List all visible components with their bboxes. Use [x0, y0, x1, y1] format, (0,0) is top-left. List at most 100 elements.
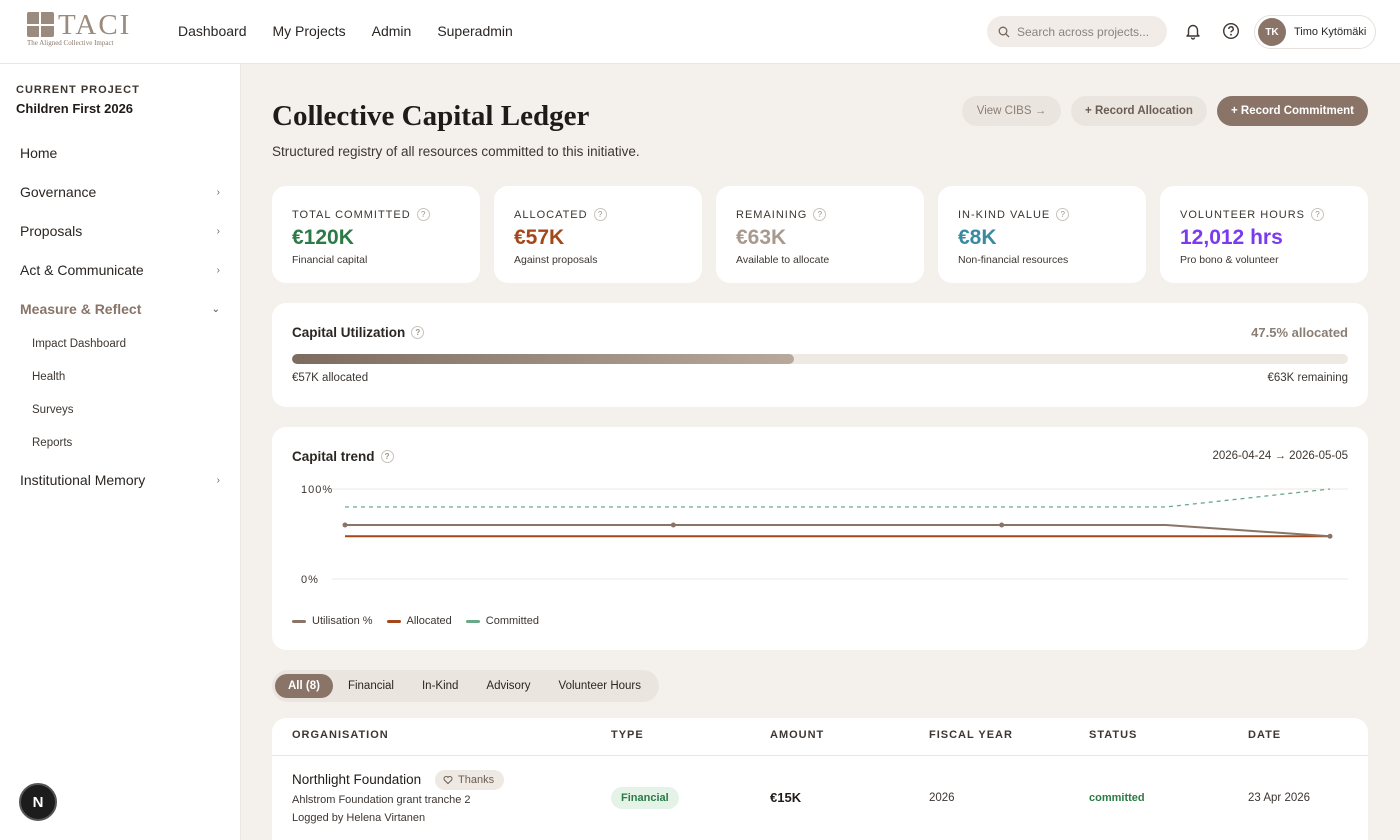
kpi-value: 12,012 hrs	[1180, 226, 1283, 249]
avatar: TK	[1258, 18, 1286, 46]
utilization-percent: 47.5% allocated	[1251, 325, 1348, 340]
column-header-organisation[interactable]: ORGANISATION	[292, 729, 389, 741]
legend-swatch	[465, 619, 480, 623]
data-point	[342, 522, 348, 528]
kpi-note: Financial capital	[292, 254, 368, 266]
legend-swatch	[292, 619, 306, 623]
chevron-right-icon: ›	[216, 264, 220, 276]
view-cibs-button[interactable]: View CIBS →	[962, 96, 1061, 126]
kpi-note: Pro bono & volunteer	[1180, 254, 1279, 266]
thanks-button[interactable]: Thanks	[435, 770, 505, 790]
sidebar-item-home[interactable]: Home	[20, 145, 220, 161]
current-project-name[interactable]: Children First 2026	[16, 101, 133, 116]
top-nav: Dashboard My Projects Admin Superadmin	[178, 23, 539, 39]
page-title: Collective Capital Ledger	[272, 100, 590, 132]
legend-swatch	[386, 619, 401, 623]
page-subtitle: Structured registry of all resources com…	[272, 144, 640, 159]
chevron-down-icon: ⌄	[211, 303, 220, 315]
utilization-title: Capital Utilization	[292, 325, 406, 340]
sidebar-item-label: Measure & Reflect	[20, 301, 142, 317]
sidebar-item-proposals[interactable]: Proposals ›	[20, 223, 220, 239]
kpi-card-remaining: REMAINING? €63K Available to allocate	[716, 186, 924, 283]
sidebar-subitem-impact-dashboard[interactable]: Impact Dashboard	[32, 338, 126, 350]
sidebar-item-label: Home	[20, 145, 58, 161]
nav-my-projects[interactable]: My Projects	[273, 23, 346, 39]
user-menu[interactable]: TK Timo Kytömäki	[1254, 15, 1376, 49]
status-badge: committed	[1089, 792, 1145, 804]
nav-admin[interactable]: Admin	[372, 23, 412, 39]
kpi-label: IN-KIND VALUE	[958, 208, 1051, 221]
nav-superadmin[interactable]: Superadmin	[437, 23, 513, 39]
trend-date-range[interactable]: 2026-04-24 → 2026-05-05	[1212, 450, 1348, 462]
sidebar: CURRENT PROJECT Children First 2026 Home…	[0, 64, 241, 840]
help-icon[interactable]: ?	[593, 208, 607, 221]
y-tick-label: 100%	[301, 484, 333, 496]
help-icon[interactable]: ?	[813, 208, 827, 221]
sidebar-item-label: Governance	[20, 184, 97, 200]
bell-icon[interactable]	[1184, 22, 1202, 40]
sidebar-item-act-communicate[interactable]: Act & Communicate ›	[20, 262, 220, 278]
legend-item[interactable]: Committed	[465, 615, 539, 627]
tab-advisory[interactable]: Advisory	[473, 674, 543, 698]
sidebar-subitem-reports[interactable]: Reports	[32, 437, 72, 449]
help-icon[interactable]: ?	[380, 450, 394, 463]
taci-logo[interactable]: TACI The Aligned Collective Impact	[27, 9, 137, 49]
fiscal-year-value: 2026	[929, 792, 955, 804]
record-commitment-button[interactable]: + Record Commitment	[1217, 96, 1368, 126]
kpi-label: ALLOCATED	[514, 208, 588, 221]
tab-in-kind[interactable]: In-Kind	[409, 674, 471, 698]
sidebar-item-label: Institutional Memory	[20, 472, 146, 488]
logged-by: Logged by Helena Virtanen	[292, 812, 426, 824]
commitment-description: Ahlstrom Foundation grant tranche 2	[292, 794, 471, 806]
sidebar-subitem-health[interactable]: Health	[32, 371, 65, 383]
legend-item[interactable]: Allocated	[386, 615, 452, 627]
type-badge: Financial	[611, 787, 679, 809]
capital-utilization-card: Capital Utilization? 47.5% allocated €57…	[272, 303, 1368, 407]
data-point	[999, 522, 1005, 528]
sidebar-item-label: Proposals	[20, 223, 83, 239]
logo-mark-icon	[27, 12, 54, 37]
chevron-right-icon: ›	[216, 474, 220, 486]
date-value: 23 Apr 2026	[1248, 792, 1311, 804]
kpi-card-volunteer-hours: VOLUNTEER HOURS? 12,012 hrs Pro bono & v…	[1160, 186, 1368, 283]
sidebar-subitem-surveys[interactable]: Surveys	[32, 404, 74, 416]
column-header-fiscal-year[interactable]: FISCAL YEAR	[929, 729, 1013, 741]
y-tick-label: 0%	[301, 574, 319, 586]
sidebar-item-governance[interactable]: Governance ›	[20, 184, 220, 200]
search-input[interactable]	[1017, 24, 1157, 39]
help-icon[interactable]: ?	[1056, 208, 1070, 221]
allocated-amount-label: €57K allocated	[292, 372, 369, 384]
sidebar-item-institutional-memory[interactable]: Institutional Memory ›	[20, 472, 220, 488]
kpi-value: €8K	[958, 226, 997, 249]
search-box[interactable]	[987, 16, 1167, 47]
kpi-label: TOTAL COMMITTED	[292, 208, 411, 221]
help-icon[interactable]: ?	[416, 208, 430, 221]
column-header-type[interactable]: TYPE	[611, 729, 644, 741]
sidebar-item-label: Act & Communicate	[20, 262, 144, 278]
type-filter-tabs: All (8) Financial In-Kind Advisory Volun…	[272, 670, 659, 702]
help-icon[interactable]: ?	[411, 326, 425, 339]
tab-volunteer-hours[interactable]: Volunteer Hours	[546, 674, 654, 698]
tab-financial[interactable]: Financial	[335, 674, 407, 698]
kpi-label: REMAINING	[736, 208, 808, 221]
record-allocation-button[interactable]: + Record Allocation	[1071, 96, 1207, 126]
column-header-status[interactable]: STATUS	[1089, 729, 1137, 741]
help-icon[interactable]	[1222, 22, 1240, 40]
data-point	[1327, 533, 1333, 539]
top-bar: TACI The Aligned Collective Impact Dashb…	[0, 0, 1400, 64]
organisation-name[interactable]: Northlight Foundation	[292, 772, 421, 787]
kpi-note: Non-financial resources	[958, 254, 1069, 266]
help-icon[interactable]: ?	[1311, 208, 1325, 221]
column-header-date[interactable]: DATE	[1248, 729, 1281, 741]
dev-tools-badge[interactable]: N	[19, 783, 57, 821]
tab-all[interactable]: All (8)	[275, 674, 333, 698]
thanks-label: Thanks	[458, 774, 495, 786]
nav-dashboard[interactable]: Dashboard	[178, 23, 247, 39]
sidebar-item-measure-reflect[interactable]: Measure & Reflect ⌄	[20, 301, 220, 317]
column-header-amount[interactable]: AMOUNT	[770, 729, 824, 741]
kpi-value: €63K	[736, 226, 787, 249]
kpi-note: Against proposals	[514, 254, 598, 266]
kpi-card-in-kind-value: IN-KIND VALUE? €8K Non-financial resourc…	[938, 186, 1146, 283]
legend-item[interactable]: Utilisation %	[292, 615, 373, 627]
legend-label: Utilisation %	[312, 615, 373, 627]
